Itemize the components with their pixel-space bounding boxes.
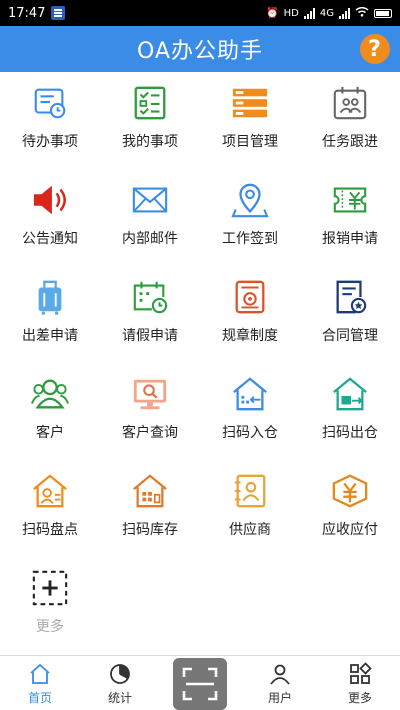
calendar-clock-icon xyxy=(133,281,168,314)
receivable-payable-icon xyxy=(332,474,368,508)
grid-item-regulations[interactable]: 规章制度 xyxy=(200,266,300,363)
grid-item-supplier[interactable]: 供应商 xyxy=(200,460,300,557)
grid-item-receivable-payable[interactable]: 应收应付 xyxy=(300,460,400,557)
pie-chart-icon xyxy=(110,664,130,684)
supplier-icon xyxy=(234,474,266,508)
grid-item-reimbursement[interactable]: 报销申请 xyxy=(300,169,400,266)
grid-item-label: 待办事项 xyxy=(22,134,78,150)
alarm-icon: ⏰ xyxy=(266,7,279,19)
grid-item-label: 内部邮件 xyxy=(122,231,178,247)
rules-document-icon xyxy=(235,280,265,314)
question-icon: ? xyxy=(368,36,382,62)
network-label: HD xyxy=(283,7,299,19)
scan-icon xyxy=(182,667,218,701)
warehouse-out-icon xyxy=(333,377,367,411)
grid-item-label: 规章制度 xyxy=(222,328,278,344)
todo-icon xyxy=(34,88,66,119)
notification-doc-icon xyxy=(51,6,66,20)
grid-item-todo[interactable]: 待办事项 xyxy=(0,72,100,169)
grid-item-label: 出差申请 xyxy=(22,328,78,344)
grid-item-internal-mail[interactable]: 内部邮件 xyxy=(100,169,200,266)
grid-item-label: 扫码库存 xyxy=(122,522,178,538)
tab-user[interactable]: 用户 xyxy=(240,656,320,710)
scan-button[interactable] xyxy=(173,658,227,710)
feature-grid: 待办事项 我的事项 项目管理 任务跟进 公告通知 内部邮件 工作签到 报销申请 … xyxy=(0,72,400,654)
stock-icon xyxy=(133,474,167,508)
grid-item-more[interactable]: 更多 xyxy=(0,557,100,654)
tab-more-label: 更多 xyxy=(347,691,372,705)
grid-item-customers[interactable]: 客户 xyxy=(0,363,100,460)
grid-item-scan-stock[interactable]: 扫码库存 xyxy=(100,460,200,557)
grid-item-my-items[interactable]: 我的事项 xyxy=(100,72,200,169)
status-time: 17:47 xyxy=(8,5,46,21)
grid-item-label: 客户 xyxy=(36,425,64,441)
more-grid-icon xyxy=(350,662,372,684)
tab-stats-label: 统计 xyxy=(107,691,132,705)
grid-item-label: 扫码入仓 xyxy=(222,425,278,441)
yuan-ticket-icon xyxy=(333,187,367,213)
grid-item-label: 扫码出仓 xyxy=(322,425,378,441)
grid-item-label: 扫码盘点 xyxy=(22,522,78,538)
grid-item-label: 应收应付 xyxy=(322,522,378,538)
customers-icon xyxy=(31,379,69,409)
grid-item-label: 客户查询 xyxy=(122,425,178,441)
project-icon xyxy=(232,88,268,118)
grid-item-label: 更多 xyxy=(36,619,64,635)
tab-stats[interactable]: 统计 xyxy=(80,656,160,710)
tab-more[interactable]: 更多 xyxy=(320,656,400,710)
grid-item-label: 供应商 xyxy=(229,522,271,538)
grid-item-leave-request[interactable]: 请假申请 xyxy=(100,266,200,363)
grid-item-scan-in[interactable]: 扫码入仓 xyxy=(200,363,300,460)
grid-item-work-checkin[interactable]: 工作签到 xyxy=(200,169,300,266)
grid-item-announcement[interactable]: 公告通知 xyxy=(0,169,100,266)
grid-item-scan-out[interactable]: 扫码出仓 xyxy=(300,363,400,460)
add-more-icon xyxy=(32,570,68,606)
tab-scan[interactable] xyxy=(160,656,240,710)
wifi-icon xyxy=(355,6,369,20)
warehouse-in-icon xyxy=(233,377,267,411)
grid-item-scan-inventory[interactable]: 扫码盘点 xyxy=(0,460,100,557)
speaker-icon xyxy=(33,185,66,215)
luggage-icon xyxy=(38,280,62,315)
grid-item-project-management[interactable]: 项目管理 xyxy=(200,72,300,169)
grid-item-label: 我的事项 xyxy=(122,134,178,150)
tab-user-label: 用户 xyxy=(267,691,292,705)
grid-item-label: 工作签到 xyxy=(222,231,278,247)
inventory-count-icon xyxy=(33,474,67,508)
monitor-search-icon xyxy=(133,379,167,410)
signal-icon xyxy=(303,7,315,19)
grid-item-label: 公告通知 xyxy=(22,231,78,247)
grid-item-task-followup[interactable]: 任务跟进 xyxy=(300,72,400,169)
home-icon xyxy=(30,663,50,684)
grid-item-label: 任务跟进 xyxy=(322,134,378,150)
mail-icon xyxy=(132,187,168,213)
grid-item-label: 报销申请 xyxy=(322,231,378,247)
calendar-people-icon xyxy=(333,86,367,120)
grid-item-label: 项目管理 xyxy=(222,134,278,150)
signal-2-icon xyxy=(339,7,350,19)
grid-item-customer-search[interactable]: 客户查询 xyxy=(100,363,200,460)
checklist-icon xyxy=(134,86,166,120)
tab-home[interactable]: 首页 xyxy=(0,656,80,710)
signal-label: 4G xyxy=(319,7,334,19)
bottom-tab-bar: 首页 统计 用户 更多 xyxy=(0,655,400,710)
tab-home-label: 首页 xyxy=(27,691,52,705)
contract-icon xyxy=(336,280,367,314)
app-header: OA办公助手 ? xyxy=(0,26,400,72)
location-pin-icon xyxy=(231,183,269,218)
page-title: OA办公助手 xyxy=(137,39,263,64)
status-bar: 17:47 ⏰ HD 4G xyxy=(0,0,400,26)
grid-item-contract[interactable]: 合同管理 xyxy=(300,266,400,363)
grid-item-business-trip[interactable]: 出差申请 xyxy=(0,266,100,363)
grid-item-label: 合同管理 xyxy=(322,328,378,344)
grid-item-label: 请假申请 xyxy=(122,328,178,344)
battery-icon xyxy=(374,8,392,18)
user-icon xyxy=(270,664,290,685)
help-button[interactable]: ? xyxy=(360,34,390,64)
